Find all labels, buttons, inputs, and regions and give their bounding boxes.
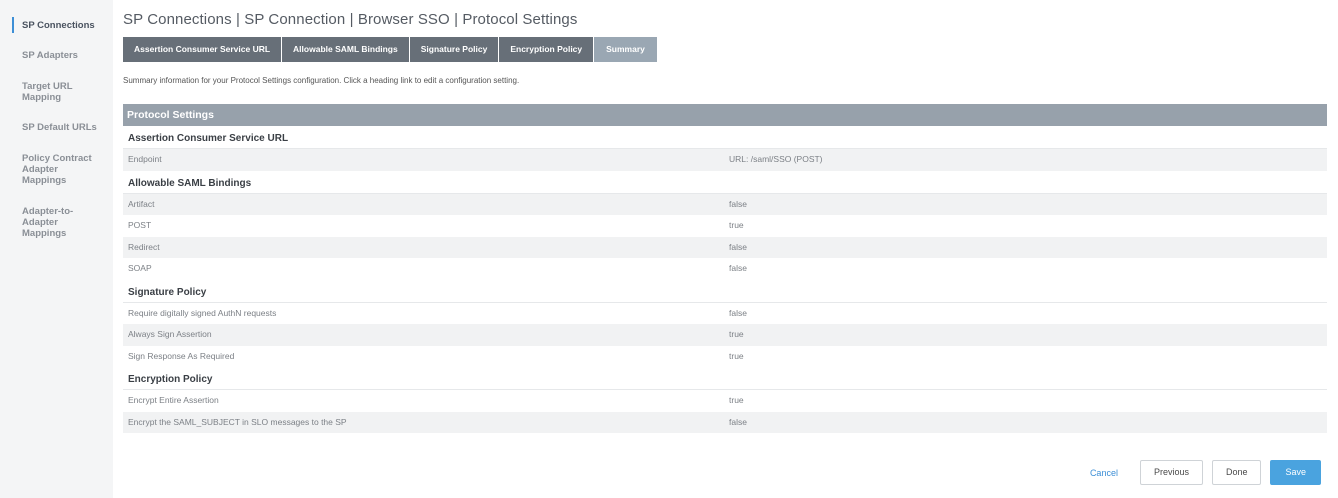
row-label: Require digitally signed AuthN requests [128, 307, 277, 318]
group-heading-allowable-saml-bindings[interactable]: Allowable SAML Bindings [123, 171, 1327, 194]
summary-row: Require digitally signed AuthN requests … [123, 303, 1327, 325]
sidebar-item-sp-adapters[interactable]: SP Adapters [22, 50, 110, 61]
summary-row: POST true [123, 215, 1327, 237]
row-label: SOAP [128, 263, 152, 273]
done-button[interactable]: Done [1211, 460, 1262, 485]
row-value: false [729, 416, 747, 427]
row-label: Sign Response As Required [128, 350, 235, 361]
row-value: false [729, 241, 747, 252]
previous-button[interactable]: Previous [1139, 460, 1203, 485]
tab-assertion-consumer-service-url[interactable]: Assertion Consumer Service URL [123, 37, 282, 62]
row-value: false [729, 263, 747, 273]
sidebar-item-target-url-mapping[interactable]: Target URL Mapping [22, 81, 94, 103]
sidebar: SP Connections SP Adapters Target URL Ma… [0, 0, 113, 498]
section-header-protocol-settings: Protocol Settings [123, 104, 1327, 126]
row-value: false [729, 307, 747, 318]
summary-row: Encrypt the SAML_SUBJECT in SLO messages… [123, 411, 1327, 433]
row-label: Endpoint [128, 154, 162, 164]
summary-row: Endpoint URL: /saml/SSO (POST) [123, 149, 1327, 171]
row-value: true [729, 350, 744, 361]
row-label: POST [128, 220, 152, 230]
row-label: Encrypt Entire Assertion [128, 395, 219, 405]
sidebar-item-adapter-to-adapter-mappings[interactable]: Adapter-to-Adapter Mappings [22, 206, 77, 239]
tab-signature-policy[interactable]: Signature Policy [409, 37, 499, 62]
active-indicator [12, 17, 14, 33]
sidebar-item-policy-contract-adapter-mappings[interactable]: Policy Contract Adapter Mappings [22, 153, 102, 186]
group-heading-signature-policy[interactable]: Signature Policy [123, 280, 1327, 303]
tab-allowable-saml-bindings[interactable]: Allowable SAML Bindings [282, 37, 409, 62]
tab-summary[interactable]: Summary [594, 37, 657, 62]
summary-table: Assertion Consumer Service URL Endpoint … [123, 126, 1327, 433]
tab-encryption-policy[interactable]: Encryption Policy [499, 37, 594, 62]
summary-row: Redirect false [123, 236, 1327, 258]
group-heading-encryption-policy[interactable]: Encryption Policy [123, 367, 1327, 390]
page-title: SP Connections | SP Connection | Browser… [123, 11, 578, 28]
summary-row: Encrypt Entire Assertion true [123, 390, 1327, 412]
wizard-tabs: Assertion Consumer Service URL Allowable… [123, 37, 658, 62]
row-label: Always Sign Assertion [128, 329, 212, 339]
summary-row: Sign Response As Required true [123, 346, 1327, 368]
row-label: Redirect [128, 241, 160, 252]
row-value: true [729, 329, 744, 339]
wizard-footer: Cancel Previous Done Save [1090, 460, 1321, 485]
group-heading-assertion-consumer-service-url[interactable]: Assertion Consumer Service URL [123, 126, 1327, 149]
row-value: false [729, 198, 747, 209]
summary-row: Always Sign Assertion true [123, 324, 1327, 346]
row-label: Encrypt the SAML_SUBJECT in SLO messages… [128, 416, 347, 427]
row-label: Artifact [128, 198, 155, 209]
save-button[interactable]: Save [1270, 460, 1321, 485]
sidebar-item-sp-default-urls[interactable]: SP Default URLs [22, 122, 110, 133]
summary-row: Artifact false [123, 193, 1327, 215]
sidebar-item-sp-connections[interactable]: SP Connections [22, 20, 110, 31]
row-value: URL: /saml/SSO (POST) [729, 154, 823, 164]
row-value: true [729, 395, 744, 405]
row-value: true [729, 220, 744, 230]
intro-text: Summary information for your Protocol Se… [123, 76, 520, 85]
summary-row: SOAP false [123, 258, 1327, 280]
cancel-button[interactable]: Cancel [1090, 468, 1118, 478]
